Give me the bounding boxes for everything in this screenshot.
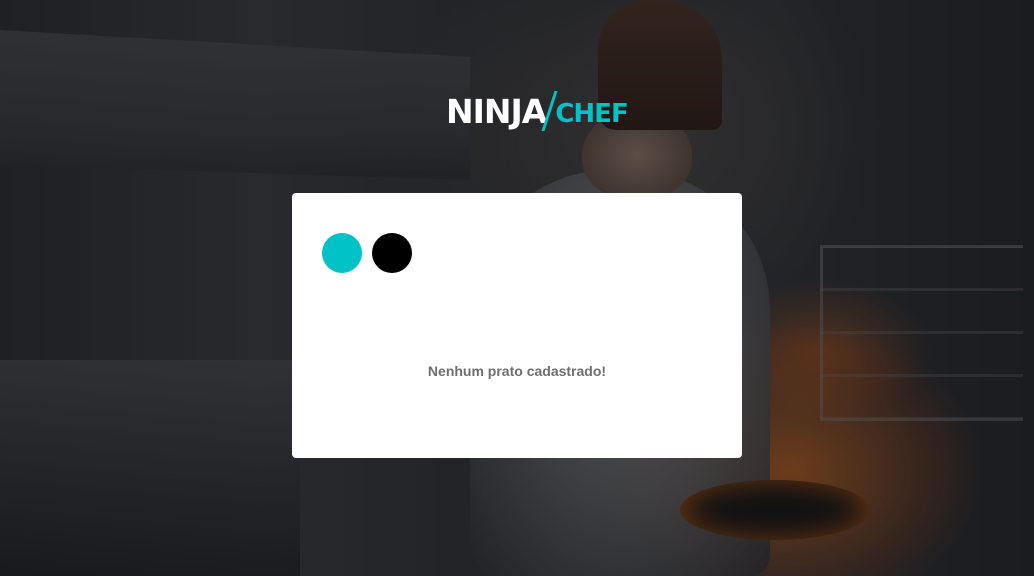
- logo-ninja-text: NINJA: [446, 91, 547, 131]
- ninjachef-logo: NINJA CHEF: [446, 88, 629, 134]
- dishes-card: Nenhum prato cadastrado!: [292, 193, 742, 458]
- empty-dishes-message: Nenhum prato cadastrado!: [427, 363, 607, 379]
- black-dot-icon: [372, 233, 412, 273]
- teal-dot-icon: [322, 233, 362, 273]
- logo-chef-text: CHEF: [555, 99, 628, 129]
